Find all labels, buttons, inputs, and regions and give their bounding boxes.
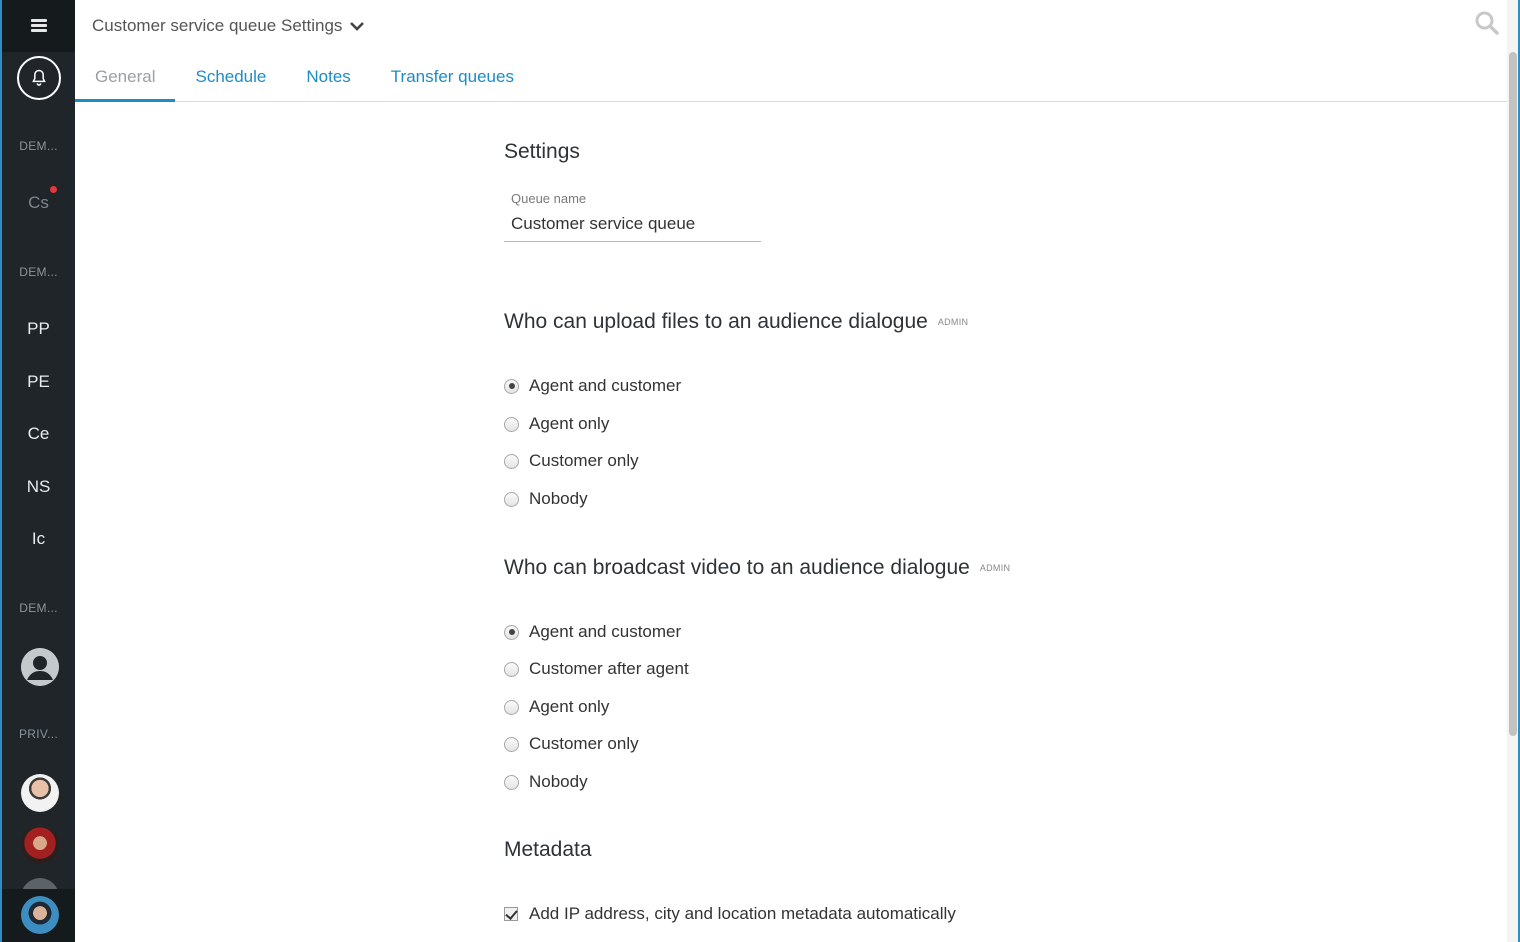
metadata-checkbox[interactable] <box>504 907 518 921</box>
radio-label: Agent only <box>529 697 610 716</box>
top-bar: Customer service queue Settings General … <box>75 0 1507 102</box>
user-icon <box>21 648 59 686</box>
radio-button[interactable] <box>504 774 519 790</box>
radio-button[interactable] <box>504 416 519 432</box>
tab-general[interactable]: General <box>75 58 176 102</box>
radio-button[interactable] <box>504 699 519 715</box>
sidebar-header <box>2 0 75 52</box>
notification-dot <box>50 186 57 193</box>
chevron-down-icon[interactable] <box>348 19 366 33</box>
queue-name-input[interactable] <box>504 206 761 242</box>
video-option-customer-only[interactable]: Customer only <box>504 732 639 756</box>
radio-label: Customer only <box>529 734 639 753</box>
radio-button[interactable] <box>504 453 519 469</box>
metadata-auto-checkbox-row[interactable]: Add IP address, city and location metada… <box>504 902 956 926</box>
video-option-agent-and-customer[interactable]: Agent and customer <box>504 620 681 644</box>
radio-label: Customer only <box>529 451 639 470</box>
sidebar-item-pe[interactable]: PE <box>2 372 75 392</box>
sidebar-section-label: DEM... <box>19 139 58 153</box>
tab-bar: General Schedule Notes Transfer queues <box>75 58 534 102</box>
page-title[interactable]: Customer service queue Settings <box>92 16 342 36</box>
radio-button[interactable] <box>504 736 519 752</box>
radio-label: Agent only <box>529 414 610 433</box>
radio-button[interactable] <box>504 491 519 507</box>
video-option-agent-only[interactable]: Agent only <box>504 695 609 719</box>
radio-label: Customer after agent <box>529 659 689 678</box>
video-heading-text: Who can broadcast video to an audience d… <box>504 556 970 579</box>
video-option-nobody[interactable]: Nobody <box>504 770 588 794</box>
upload-option-nobody[interactable]: Nobody <box>504 487 588 511</box>
sidebar-section-label: DEM... <box>19 265 58 279</box>
user-placeholder-avatar[interactable] <box>21 648 59 686</box>
current-user-avatar[interactable] <box>21 896 59 934</box>
video-option-customer-after-agent[interactable]: Customer after agent <box>504 657 689 681</box>
user-avatar[interactable] <box>21 826 59 864</box>
video-heading: Who can broadcast video to an audience d… <box>504 556 1010 580</box>
scrollbar-thumb[interactable] <box>1509 52 1517 736</box>
tab-schedule[interactable]: Schedule <box>175 58 286 102</box>
radio-label: Nobody <box>529 772 588 791</box>
bell-icon <box>32 69 46 86</box>
upload-option-agent-and-customer[interactable]: Agent and customer <box>504 374 681 398</box>
radio-button[interactable] <box>504 378 519 394</box>
tab-notes[interactable]: Notes <box>286 58 370 102</box>
radio-label: Agent and customer <box>529 376 682 395</box>
checkbox-label: Add IP address, city and location metada… <box>529 904 956 923</box>
queue-name-label: Queue name <box>511 191 587 206</box>
menu-icon[interactable] <box>31 19 47 32</box>
settings-heading: Settings <box>504 140 580 163</box>
sidebar-section-label: DEM... <box>19 601 58 615</box>
upload-heading: Who can upload files to an audience dial… <box>504 310 968 334</box>
scrollbar[interactable] <box>1507 0 1520 942</box>
sidebar-item-ic[interactable]: Ic <box>2 529 75 549</box>
upload-heading-text: Who can upload files to an audience dial… <box>504 310 928 333</box>
notifications-button[interactable] <box>17 56 61 100</box>
upload-option-agent-only[interactable]: Agent only <box>504 412 609 436</box>
admin-badge: ADMIN <box>979 563 1011 574</box>
upload-option-customer-only[interactable]: Customer only <box>504 449 639 473</box>
search-icon[interactable] <box>1474 10 1500 36</box>
radio-label: Nobody <box>529 489 588 508</box>
sidebar-item-ns[interactable]: NS <box>2 477 75 497</box>
radio-button[interactable] <box>504 624 519 640</box>
sidebar-item-cs[interactable]: Cs <box>2 193 75 213</box>
radio-label: Agent and customer <box>529 622 682 641</box>
sidebar-section-label: PRIV... <box>18 727 58 741</box>
sidebar-item-pp[interactable]: PP <box>2 319 75 339</box>
sidebar: DEM... Cs DEM... PP PE Ce NS Ic DEM... P… <box>0 0 75 942</box>
sidebar-item-ce[interactable]: Ce <box>2 424 75 444</box>
tab-transfer-queues[interactable]: Transfer queues <box>371 58 534 102</box>
radio-button[interactable] <box>504 661 519 677</box>
user-avatar[interactable] <box>21 774 59 812</box>
metadata-heading: Metadata <box>504 838 592 861</box>
admin-badge: ADMIN <box>937 317 969 328</box>
